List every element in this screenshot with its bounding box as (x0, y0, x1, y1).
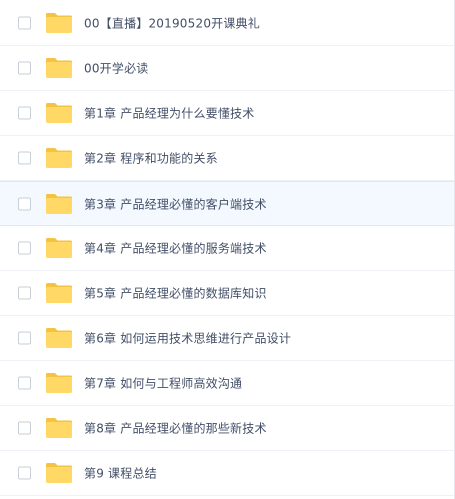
file-list: 00【直播】20190520开课典礼 00开学必读 第1章 产品经理为什么要懂技… (0, 0, 455, 499)
file-name[interactable]: 第4章 产品经理必懂的服务端技术 (84, 240, 267, 257)
file-name[interactable]: 第3章 产品经理必懂的客户端技术 (84, 195, 267, 212)
row-checkbox[interactable] (18, 331, 31, 345)
folder-icon (45, 193, 73, 215)
file-row-0[interactable]: 00【直播】20190520开课典礼 (0, 0, 454, 46)
row-checkbox[interactable] (18, 286, 31, 300)
file-name[interactable]: 第8章 产品经理必懂的那些新技术 (84, 420, 267, 437)
row-checkbox[interactable] (18, 421, 31, 435)
row-checkbox[interactable] (18, 16, 31, 29)
row-checkbox[interactable] (18, 466, 31, 480)
row-checkbox[interactable] (18, 61, 31, 75)
row-checkbox[interactable] (18, 241, 31, 255)
folder-icon (45, 12, 73, 34)
folder-icon (45, 462, 73, 484)
file-row-9[interactable]: 第8章 产品经理必懂的那些新技术 (0, 406, 454, 451)
row-checkbox[interactable] (18, 106, 31, 120)
folder-icon (45, 57, 73, 79)
file-name[interactable]: 第5章 产品经理必懂的数据库知识 (84, 285, 267, 302)
file-name[interactable]: 第2章 程序和功能的关系 (84, 150, 218, 167)
row-checkbox[interactable] (18, 376, 31, 390)
file-row-7[interactable]: 第6章 如何运用技术思维进行产品设计 (0, 316, 454, 361)
file-row-2[interactable]: 第1章 产品经理为什么要懂技术 (0, 91, 454, 136)
file-name[interactable]: 第6章 如何运用技术思维进行产品设计 (84, 330, 291, 347)
file-name[interactable]: 00【直播】20190520开课典礼 (84, 14, 260, 31)
file-name[interactable]: 00开学必读 (84, 60, 148, 77)
folder-icon (45, 237, 73, 259)
folder-icon (45, 327, 73, 349)
folder-icon (45, 372, 73, 394)
row-checkbox[interactable] (18, 151, 31, 165)
file-row-4[interactable]: 第3章 产品经理必懂的客户端技术 (0, 181, 454, 226)
file-name[interactable]: 第7章 如何与工程师高效沟通 (84, 375, 242, 392)
file-row-1[interactable]: 00开学必读 (0, 46, 454, 91)
folder-icon (45, 417, 73, 439)
file-row-6[interactable]: 第5章 产品经理必懂的数据库知识 (0, 271, 454, 316)
folder-icon (45, 282, 73, 304)
folder-icon (45, 147, 73, 169)
folder-icon (45, 102, 73, 124)
file-name[interactable]: 第9 课程总结 (84, 465, 157, 482)
file-row-10[interactable]: 第9 课程总结 (0, 451, 454, 496)
row-checkbox[interactable] (18, 197, 31, 210)
file-row-3[interactable]: 第2章 程序和功能的关系 (0, 136, 454, 181)
file-row-8[interactable]: 第7章 如何与工程师高效沟通 (0, 361, 454, 406)
file-row-5[interactable]: 第4章 产品经理必懂的服务端技术 (0, 226, 454, 271)
file-name[interactable]: 第1章 产品经理为什么要懂技术 (84, 105, 254, 122)
